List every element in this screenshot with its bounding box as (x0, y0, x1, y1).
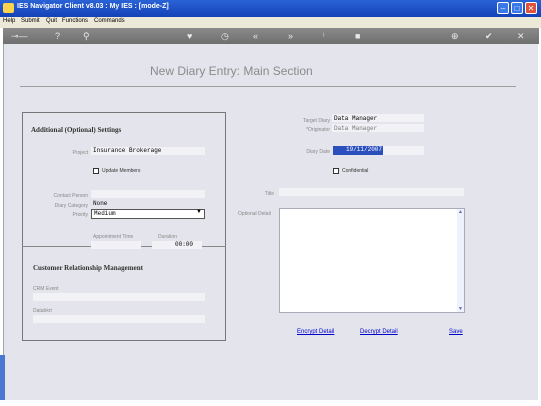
close-window-button[interactable]: ✕ (525, 2, 537, 14)
diary-category-value[interactable]: None (93, 200, 107, 207)
diary-date-extra (383, 146, 424, 155)
chevron-down-icon[interactable]: ▼ (196, 209, 202, 215)
globe-icon[interactable]: ⊕ (451, 30, 459, 42)
priority-select[interactable]: Medium ▼ (91, 209, 205, 219)
divider (20, 86, 516, 87)
priority-label: Priority (72, 212, 88, 218)
menubar: Help Submit Quit Functions Commands (0, 17, 541, 28)
history-icon[interactable]: ◷ (221, 30, 229, 42)
confidential-checkbox[interactable] (333, 168, 339, 174)
diary-category-label: Diary Category (54, 203, 88, 209)
maximize-button[interactable]: □ (511, 2, 523, 14)
ok-icon[interactable]: ✔ (485, 30, 493, 42)
window-title: IES Navigator Client v8.03 : My IES : [m… (17, 3, 169, 10)
contact-person-label: Contact Person (53, 193, 88, 199)
help-icon[interactable]: ? (55, 30, 60, 42)
rewind-icon[interactable]: « (253, 30, 258, 42)
project-label: Project (72, 150, 88, 156)
confidential-label: Confidential (342, 168, 369, 174)
optional-detail-textarea[interactable] (279, 208, 465, 313)
crm-event-field[interactable] (33, 293, 205, 301)
close-icon[interactable]: ✕ (517, 30, 525, 42)
forward-icon[interactable]: » (288, 30, 293, 42)
heart-icon[interactable]: ♥ (187, 30, 192, 42)
title-label: Title (264, 191, 274, 197)
window-titlebar: IES Navigator Client v8.03 : My IES : [m… (0, 0, 541, 17)
diary-date-value: 19/11/2007 (346, 146, 383, 153)
settings-heading: Additional (Optional) Settings (31, 126, 122, 134)
project-value: Insurance Brokerage (93, 147, 162, 154)
scroll-down-icon[interactable]: ▼ (458, 306, 463, 312)
menu-functions[interactable]: Functions (62, 18, 88, 24)
title-field[interactable] (279, 188, 464, 196)
menu-commands[interactable]: Commands (94, 18, 125, 24)
optional-detail-label: Optional Detail (238, 211, 271, 217)
appointment-time-label: Appointment Time (93, 234, 134, 240)
toolbar: ⊸— ? ⚲ ♥ ◷ « » ⁱ ■ ⊕ ✔ ✕ (3, 28, 539, 44)
duration-label: Duration (158, 234, 177, 240)
update-members-checkbox[interactable] (93, 168, 99, 174)
info-icon[interactable]: ⁱ (323, 30, 325, 42)
textarea-scrollbar[interactable]: ▲ ▼ (457, 209, 464, 312)
databkrt-label: Databkrt (33, 308, 52, 314)
app-icon (3, 3, 14, 13)
stop-icon[interactable]: ■ (355, 30, 360, 42)
target-diary-label: Target Diary (303, 118, 330, 124)
target-diary-value: Data Manager (334, 115, 378, 122)
diary-date-label: Diary Date (306, 149, 330, 155)
originator-value: Data Manager (334, 125, 378, 132)
databkrt-field[interactable] (33, 315, 205, 323)
page-title: New Diary Entry: Main Section (150, 64, 313, 78)
key-icon[interactable]: ⊸— (11, 30, 28, 42)
appointment-time-field[interactable] (91, 241, 141, 249)
contact-person-field[interactable] (91, 190, 205, 198)
menu-submit[interactable]: Submit (21, 18, 40, 24)
minimize-button[interactable]: – (497, 2, 509, 14)
menu-quit[interactable]: Quit (46, 18, 57, 24)
decrypt-detail-link[interactable]: Decrypt Detail (360, 329, 398, 335)
crm-heading: Customer Relationship Management (33, 264, 143, 272)
priority-value: Medium (94, 210, 116, 217)
encrypt-detail-link[interactable]: Encrypt Detail (297, 329, 334, 335)
crm-event-label: CRM Event (33, 286, 59, 292)
menu-help[interactable]: Help (3, 18, 15, 24)
update-members-label: Update Members (102, 168, 141, 174)
search-icon[interactable]: ⚲ (83, 30, 90, 42)
save-link[interactable]: Save (449, 329, 463, 335)
originator-label: *Originator (306, 127, 330, 133)
left-strip (0, 355, 5, 400)
scroll-up-icon[interactable]: ▲ (458, 209, 463, 215)
duration-value: 00:00 (175, 241, 194, 248)
